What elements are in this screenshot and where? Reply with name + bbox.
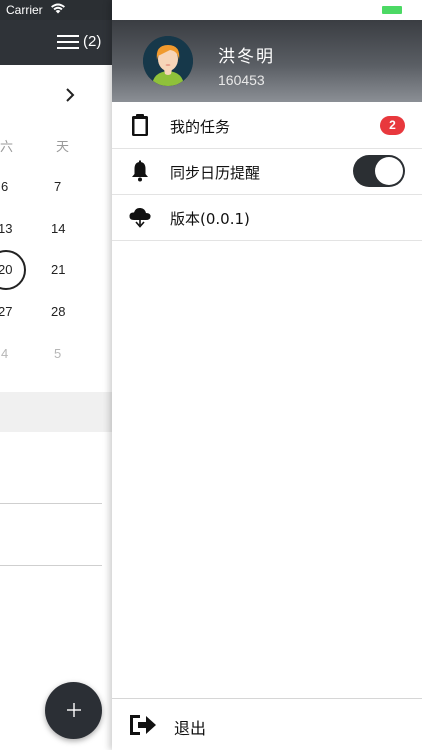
battery-icon <box>382 6 402 14</box>
divider <box>112 698 422 699</box>
profile-header[interactable]: 洪冬明 160453 <box>112 20 422 102</box>
divider <box>0 565 102 566</box>
menu-item-label: 版本(0.0.1) <box>170 210 250 228</box>
logout-button[interactable]: 退出 <box>112 700 422 750</box>
plus-icon <box>67 703 81 717</box>
task-count-badge: 2 <box>380 116 405 135</box>
divider <box>0 503 102 504</box>
menu-count: (2) <box>83 33 102 50</box>
calendar-day[interactable]: 28 <box>51 304 65 319</box>
calendar-day[interactable]: 21 <box>51 262 65 277</box>
add-button[interactable] <box>45 682 102 739</box>
next-month-chevron-icon[interactable] <box>64 87 76 103</box>
menu-item-version[interactable]: 版本(0.0.1) <box>112 194 422 241</box>
menu-item-my-tasks[interactable]: 我的任务 2 <box>112 102 422 149</box>
calendar-day[interactable]: 14 <box>51 221 65 236</box>
carrier-label: Carrier <box>6 3 43 17</box>
weekday-header: 天 <box>56 140 70 155</box>
status-bar: Carrier <box>0 0 112 20</box>
calendar-screen: Carrier (2) 六 天 6 7 13 14 20 21 27 28 4 … <box>0 0 112 750</box>
bell-icon <box>132 160 148 182</box>
calendar-day[interactable]: 13 <box>0 221 12 236</box>
user-name: 洪冬明 <box>218 47 275 67</box>
calendar-day[interactable]: 5 <box>54 346 61 361</box>
calendar-day[interactable]: 27 <box>0 304 12 319</box>
sync-calendar-toggle[interactable] <box>353 155 405 187</box>
clipboard-icon <box>132 114 148 136</box>
section-band <box>0 392 112 432</box>
calendar-day-today[interactable]: 20 <box>0 262 12 277</box>
side-drawer: 洪冬明 160453 我的任务 2 同步日历提醒 版本(0.0.1) 退出 <box>112 0 422 750</box>
toggle-knob <box>375 157 403 185</box>
logout-icon <box>130 715 156 735</box>
wifi-icon <box>51 3 65 14</box>
avatar <box>143 36 193 86</box>
menu-item-label: 同步日历提醒 <box>170 164 261 182</box>
menu-item-label: 我的任务 <box>170 118 231 136</box>
calendar-day[interactable]: 4 <box>1 346 8 361</box>
menu-icon[interactable] <box>57 34 79 50</box>
weekday-header: 六 <box>0 140 14 155</box>
user-id: 160453 <box>218 72 265 88</box>
calendar-day[interactable]: 6 <box>1 179 8 194</box>
avatar-icon <box>143 36 193 86</box>
calendar-day[interactable]: 7 <box>54 179 61 194</box>
drawer-status-bar <box>112 0 422 20</box>
cloud-download-icon <box>129 207 151 228</box>
calendar-nav-bar: (2) <box>0 20 112 65</box>
menu-item-sync-calendar[interactable]: 同步日历提醒 <box>112 148 422 195</box>
logout-label: 退出 <box>174 719 207 738</box>
